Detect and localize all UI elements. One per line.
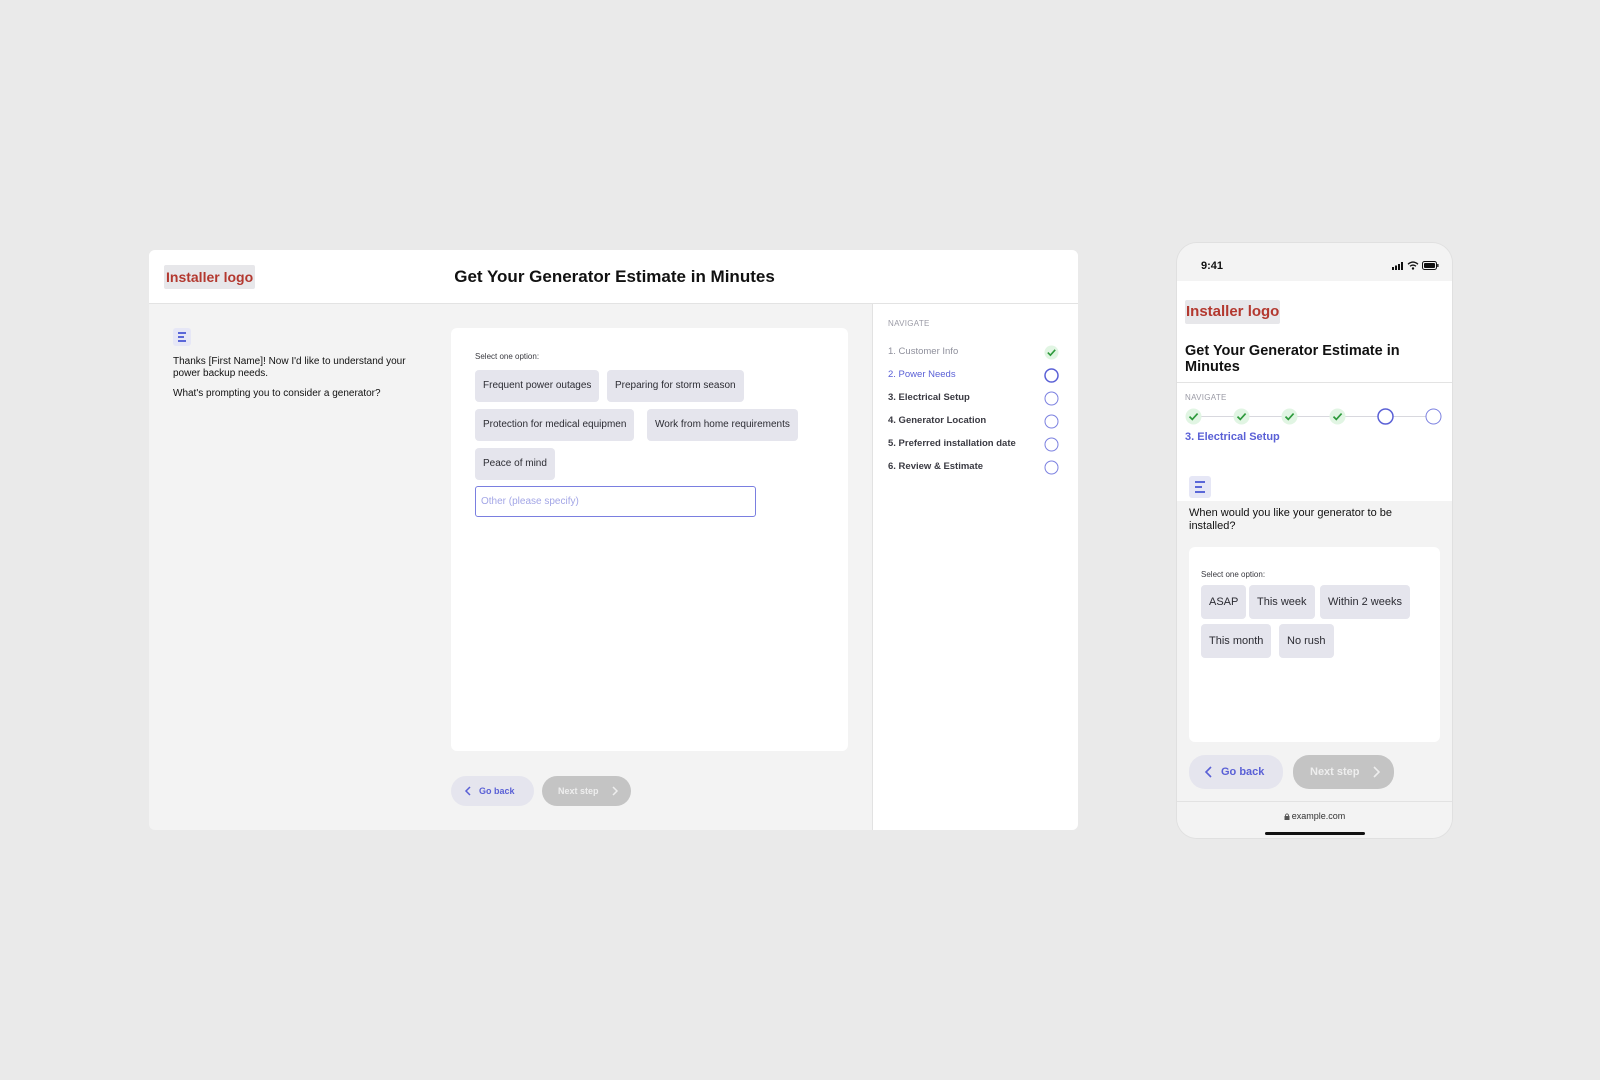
page-title: Get Your Generator Estimate in Minutes bbox=[149, 266, 1078, 288]
chevron-left-icon bbox=[1204, 766, 1212, 778]
nav-item-review-estimate[interactable]: 6. Review & Estimate bbox=[888, 461, 983, 473]
go-back-label: Go back bbox=[1221, 766, 1265, 778]
options-panel: Select one option: Frequent power outage… bbox=[451, 328, 848, 751]
wifi-icon bbox=[1407, 261, 1419, 270]
status-time: 9:41 bbox=[1201, 260, 1224, 272]
url-bar[interactable]: example.com bbox=[1177, 811, 1452, 821]
nav-item-customer-info[interactable]: 1. Customer Info bbox=[888, 346, 958, 358]
option-chip[interactable]: ASAP bbox=[1201, 585, 1247, 619]
nav-heading: NAVIGATE bbox=[1185, 393, 1227, 402]
option-chip[interactable]: Frequent power outages bbox=[475, 370, 600, 402]
browser-footer: example.com bbox=[1177, 801, 1452, 838]
current-step-icon[interactable] bbox=[1377, 408, 1394, 425]
nav-item-electrical-setup[interactable]: 3. Electrical Setup bbox=[888, 392, 970, 404]
chevron-right-icon bbox=[612, 786, 619, 796]
select-label: Select one option: bbox=[475, 352, 540, 361]
option-chip[interactable]: Work from home requirements bbox=[647, 409, 798, 441]
nav-item-installation-date[interactable]: 5. Preferred installation date bbox=[888, 438, 1016, 450]
go-back-label: Go back bbox=[479, 786, 515, 796]
lock-icon bbox=[1284, 812, 1290, 820]
mobile-view: 9:41 Installer logo Get Your Generator E… bbox=[1177, 243, 1452, 838]
assistant-question: What's prompting you to consider a gener… bbox=[173, 388, 381, 399]
option-chip[interactable]: Peace of mind bbox=[475, 448, 555, 480]
nav-item-power-needs[interactable]: 2. Power Needs bbox=[888, 369, 956, 381]
current-step-icon bbox=[1044, 368, 1059, 383]
check-icon bbox=[1044, 345, 1059, 360]
select-label: Select one option: bbox=[1201, 570, 1266, 579]
go-back-button[interactable]: Go back bbox=[451, 776, 534, 806]
check-icon[interactable] bbox=[1185, 408, 1202, 425]
current-step-label: 3. Electrical Setup bbox=[1185, 431, 1280, 443]
page-title-text: Get Your Generator Estimate in Minutes bbox=[454, 267, 775, 286]
step-circle-icon[interactable] bbox=[1425, 408, 1442, 425]
option-chip[interactable]: Protection for medical equipmen bbox=[475, 409, 635, 441]
step-circle-icon bbox=[1044, 391, 1059, 406]
step-circle-icon bbox=[1044, 414, 1059, 429]
next-step-button[interactable]: Next step bbox=[542, 776, 631, 806]
installer-logo[interactable]: Installer logo bbox=[1185, 300, 1281, 324]
home-indicator bbox=[1265, 832, 1365, 835]
next-step-label: Next step bbox=[558, 786, 599, 796]
page-title: Get Your Generator Estimate in Minutes bbox=[1185, 343, 1400, 375]
check-icon[interactable] bbox=[1281, 408, 1298, 425]
chevron-left-icon bbox=[464, 786, 471, 796]
assistant-question: When would you like your generator to be… bbox=[1189, 507, 1393, 532]
divider bbox=[1177, 382, 1452, 383]
step-circle-icon bbox=[1044, 437, 1059, 452]
mobile-header: Installer logo Get Your Generator Estima… bbox=[1177, 281, 1452, 501]
stepper-line bbox=[1194, 416, 1435, 417]
options-panel: Select one option: ASAP This week Within… bbox=[1189, 547, 1440, 742]
step-navigation: NAVIGATE 1. Customer Info 2. Power Needs… bbox=[872, 304, 1078, 830]
option-chip[interactable]: No rush bbox=[1279, 624, 1334, 658]
battery-icon bbox=[1422, 261, 1439, 270]
check-icon[interactable] bbox=[1233, 408, 1250, 425]
assistant-message: Thanks [First Name]! Now I'd like to und… bbox=[173, 356, 406, 379]
option-chip[interactable]: Preparing for storm season bbox=[607, 370, 744, 402]
go-back-button[interactable]: Go back bbox=[1189, 755, 1283, 789]
option-chip[interactable]: This week bbox=[1249, 585, 1315, 619]
assistant-avatar-icon bbox=[173, 328, 191, 346]
nav-item-generator-location[interactable]: 4. Generator Location bbox=[888, 415, 986, 427]
other-input[interactable] bbox=[475, 486, 756, 517]
check-icon[interactable] bbox=[1329, 408, 1346, 425]
option-chip[interactable]: This month bbox=[1201, 624, 1272, 658]
step-circle-icon bbox=[1044, 460, 1059, 475]
chevron-right-icon bbox=[1373, 766, 1381, 778]
status-bar: 9:41 bbox=[1177, 243, 1452, 281]
signal-icon bbox=[1392, 262, 1403, 270]
next-step-label: Next step bbox=[1310, 766, 1360, 778]
nav-heading: NAVIGATE bbox=[888, 319, 930, 328]
header: Installer logo Get Your Generator Estima… bbox=[149, 250, 1078, 304]
next-step-button[interactable]: Next step bbox=[1293, 755, 1394, 789]
assistant-avatar-icon bbox=[1189, 476, 1211, 498]
option-chip[interactable]: Within 2 weeks bbox=[1320, 585, 1410, 619]
desktop-view: Installer logo Get Your Generator Estima… bbox=[149, 250, 1078, 830]
url-text: example.com bbox=[1291, 811, 1346, 821]
